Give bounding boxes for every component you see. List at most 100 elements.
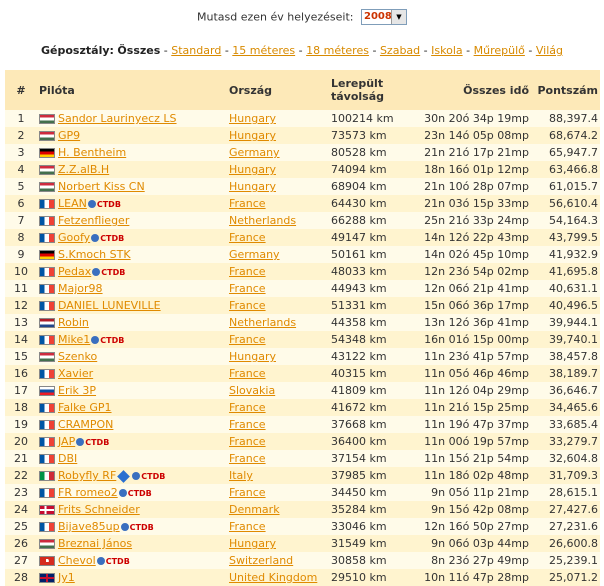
time-cell: 11n 23ó 41p 57mp (424, 350, 529, 363)
ctdb-badge: CTDB (132, 472, 165, 481)
rank-cell: 7 (17, 214, 25, 227)
ctdb-badge: CTDB (92, 268, 125, 277)
rank-cell: 22 (14, 469, 28, 482)
distance-cell: 29510 km (331, 571, 387, 584)
country-link[interactable]: Germany (229, 248, 280, 261)
class-link-open[interactable]: Szabad (380, 44, 420, 57)
pilot-link[interactable]: Robin (58, 316, 89, 329)
pilot-link[interactable]: S.Kmoch STK (58, 248, 131, 261)
country-cell: France (227, 518, 329, 535)
pilot-link[interactable]: FR romeo2 (58, 486, 118, 499)
points-cell: 54,164.3 (549, 214, 598, 227)
chevron-down-icon[interactable]: ▼ (390, 10, 406, 24)
year-select[interactable]: 2008 ▼ (360, 9, 407, 25)
points-cell: 25,071.2 (549, 571, 598, 584)
table-row: 8 Goofy CTDB France 49147 km 14n 12ó 22p 43mp… (5, 229, 600, 246)
pilot-link[interactable]: Robyfly RF (58, 469, 116, 482)
country-link[interactable]: Hungary (229, 180, 276, 193)
pilot-link[interactable]: Fetzenflieger (58, 214, 129, 227)
pilot-link[interactable]: JAP (58, 435, 75, 448)
rank-cell: 18 (14, 401, 28, 414)
pilot-link[interactable]: DBI (58, 452, 77, 465)
country-link[interactable]: Germany (229, 146, 280, 159)
flag-netherlands-icon (39, 318, 55, 328)
distance-cell: 36400 km (331, 435, 387, 448)
pilot-link[interactable]: Major98 (58, 282, 103, 295)
pilot-cell: S.Kmoch STK (37, 246, 227, 263)
country-cell: France (227, 280, 329, 297)
country-link[interactable]: France (229, 401, 266, 414)
pilot-link[interactable]: H. Bentheim (58, 146, 126, 159)
flag-france-icon (39, 522, 55, 532)
pilot-cell: Frits Schneider (37, 501, 227, 518)
pilot-link[interactable]: Chevol (58, 554, 96, 567)
pilot-link[interactable]: Bijave85up (58, 520, 120, 533)
table-row: 7 Fetzenflieger Netherlands 66288 km 25n 21ó… (5, 212, 600, 229)
country-link[interactable]: Netherlands (229, 214, 296, 227)
class-link-school[interactable]: Iskola (431, 44, 462, 57)
country-link[interactable]: France (229, 231, 266, 244)
class-link-15m[interactable]: 15 méteres (232, 44, 295, 57)
country-link[interactable]: Hungary (229, 129, 276, 142)
country-link[interactable]: France (229, 452, 266, 465)
class-link-18m[interactable]: 18 méteres (306, 44, 369, 57)
time-cell: 25n 21ó 33p 24mp (424, 214, 529, 227)
country-link[interactable]: Denmark (229, 503, 280, 516)
country-link[interactable]: Hungary (229, 163, 276, 176)
points-cell: 32,604.8 (549, 452, 598, 465)
country-link[interactable]: France (229, 520, 266, 533)
pilot-link[interactable]: Sandor Laurinyecz LS (58, 112, 177, 125)
pilot-link[interactable]: Norbert Kiss CN (58, 180, 145, 193)
pilot-link[interactable]: GP9 (58, 129, 80, 142)
pilot-link[interactable]: Erik 3P (58, 384, 96, 397)
flag-germany-icon (39, 148, 55, 158)
pilot-link[interactable]: Jy1 (58, 571, 75, 584)
country-link[interactable]: Italy (229, 469, 253, 482)
class-link-aerobatic[interactable]: Műrepülő (474, 44, 525, 57)
country-link[interactable]: United Kingdom (229, 571, 317, 584)
pilot-link[interactable]: Goofy (58, 231, 90, 244)
class-filter-label: Géposztály: (41, 44, 114, 57)
ctdb-label: CTDB (101, 267, 126, 277)
class-link-world[interactable]: Világ (536, 44, 563, 57)
pilot-link[interactable]: Breznai János (58, 537, 132, 550)
table-row: 27 Chevol CTDB Switzerland 30858 km 8n 23ó 27… (5, 552, 600, 569)
country-link[interactable]: Switzerland (229, 554, 293, 567)
pilot-link[interactable]: Frits Schneider (58, 503, 140, 516)
ctdb-badge: CTDB (91, 336, 124, 345)
pilot-link[interactable]: DANIEL LUNEVILLE (58, 299, 161, 312)
pilot-link[interactable]: Szenko (58, 350, 97, 363)
country-link[interactable]: Netherlands (229, 316, 296, 329)
country-link[interactable]: France (229, 299, 266, 312)
header-points: Pontszám (537, 83, 598, 97)
rank-cell: 20 (14, 435, 28, 448)
country-link[interactable]: France (229, 435, 266, 448)
country-link[interactable]: France (229, 486, 266, 499)
distance-cell: 68904 km (331, 180, 387, 193)
class-link-standard[interactable]: Standard (171, 44, 221, 57)
pilot-link[interactable]: Xavier (58, 367, 93, 380)
distance-cell: 41809 km (331, 384, 387, 397)
time-cell: 21n 03ó 15p 33mp (424, 197, 529, 210)
country-link[interactable]: France (229, 282, 266, 295)
country-link[interactable]: Hungary (229, 112, 276, 125)
country-link[interactable]: Slovakia (229, 384, 275, 397)
pilot-cell: Major98 (37, 280, 227, 297)
pilot-link[interactable]: LEAN (58, 197, 87, 210)
country-link[interactable]: Hungary (229, 350, 276, 363)
country-link[interactable]: France (229, 333, 266, 346)
country-link[interactable]: France (229, 197, 266, 210)
points-cell: 41,932.9 (549, 248, 598, 261)
rank-cell: 19 (14, 418, 28, 431)
pilot-link[interactable]: Z.Z.alB.H (58, 163, 109, 176)
pilot-link[interactable]: Pedax (58, 265, 91, 278)
rank-cell: 15 (14, 350, 28, 363)
country-link[interactable]: France (229, 418, 266, 431)
pilot-link[interactable]: CRAMPON (58, 418, 113, 431)
country-link[interactable]: France (229, 367, 266, 380)
country-link[interactable]: Hungary (229, 537, 276, 550)
pilot-link[interactable]: Mike1 (58, 333, 90, 346)
pilot-link[interactable]: Falke GP1 (58, 401, 112, 414)
distance-cell: 40315 km (331, 367, 387, 380)
country-link[interactable]: France (229, 265, 266, 278)
